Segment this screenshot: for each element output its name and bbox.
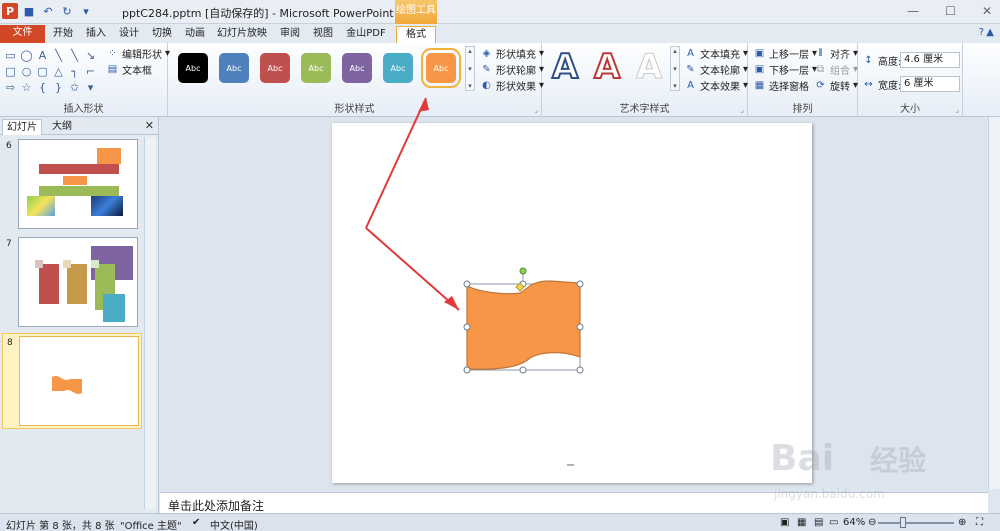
zoom-in-icon[interactable]: ⊕ — [958, 517, 966, 528]
zoom-slider[interactable] — [878, 522, 954, 524]
fit-to-window-icon[interactable]: ⛶ — [976, 517, 983, 528]
status-bar: 幻灯片 第 8 张，共 8 张 "Office 主题" ✔ 中文(中国) ▣ ▦… — [0, 513, 1000, 531]
notes-pane[interactable]: 单击此处添加备注 — [160, 492, 988, 513]
slide-sorter-view-icon[interactable]: ▦ — [797, 517, 806, 528]
slideshow-view-icon[interactable]: ▭ — [829, 517, 838, 528]
reading-view-icon[interactable]: ▤ — [814, 517, 823, 528]
slide-count: 幻灯片 第 8 张，共 8 张 — [6, 521, 115, 531]
zoom-out-icon[interactable]: ⊖ — [868, 517, 876, 528]
spell-check-icon[interactable]: ✔ — [192, 517, 200, 528]
theme-name[interactable]: "Office 主题" — [120, 517, 182, 531]
language-indicator[interactable]: 中文(中国) — [210, 517, 258, 531]
slide-vertical-scrollbar[interactable] — [988, 117, 1000, 489]
normal-view-icon[interactable]: ▣ — [780, 517, 789, 528]
annotation-arrows — [365, 97, 460, 311]
zoom-slider-knob[interactable] — [900, 517, 906, 528]
zoom-level[interactable]: 64% — [843, 517, 865, 528]
